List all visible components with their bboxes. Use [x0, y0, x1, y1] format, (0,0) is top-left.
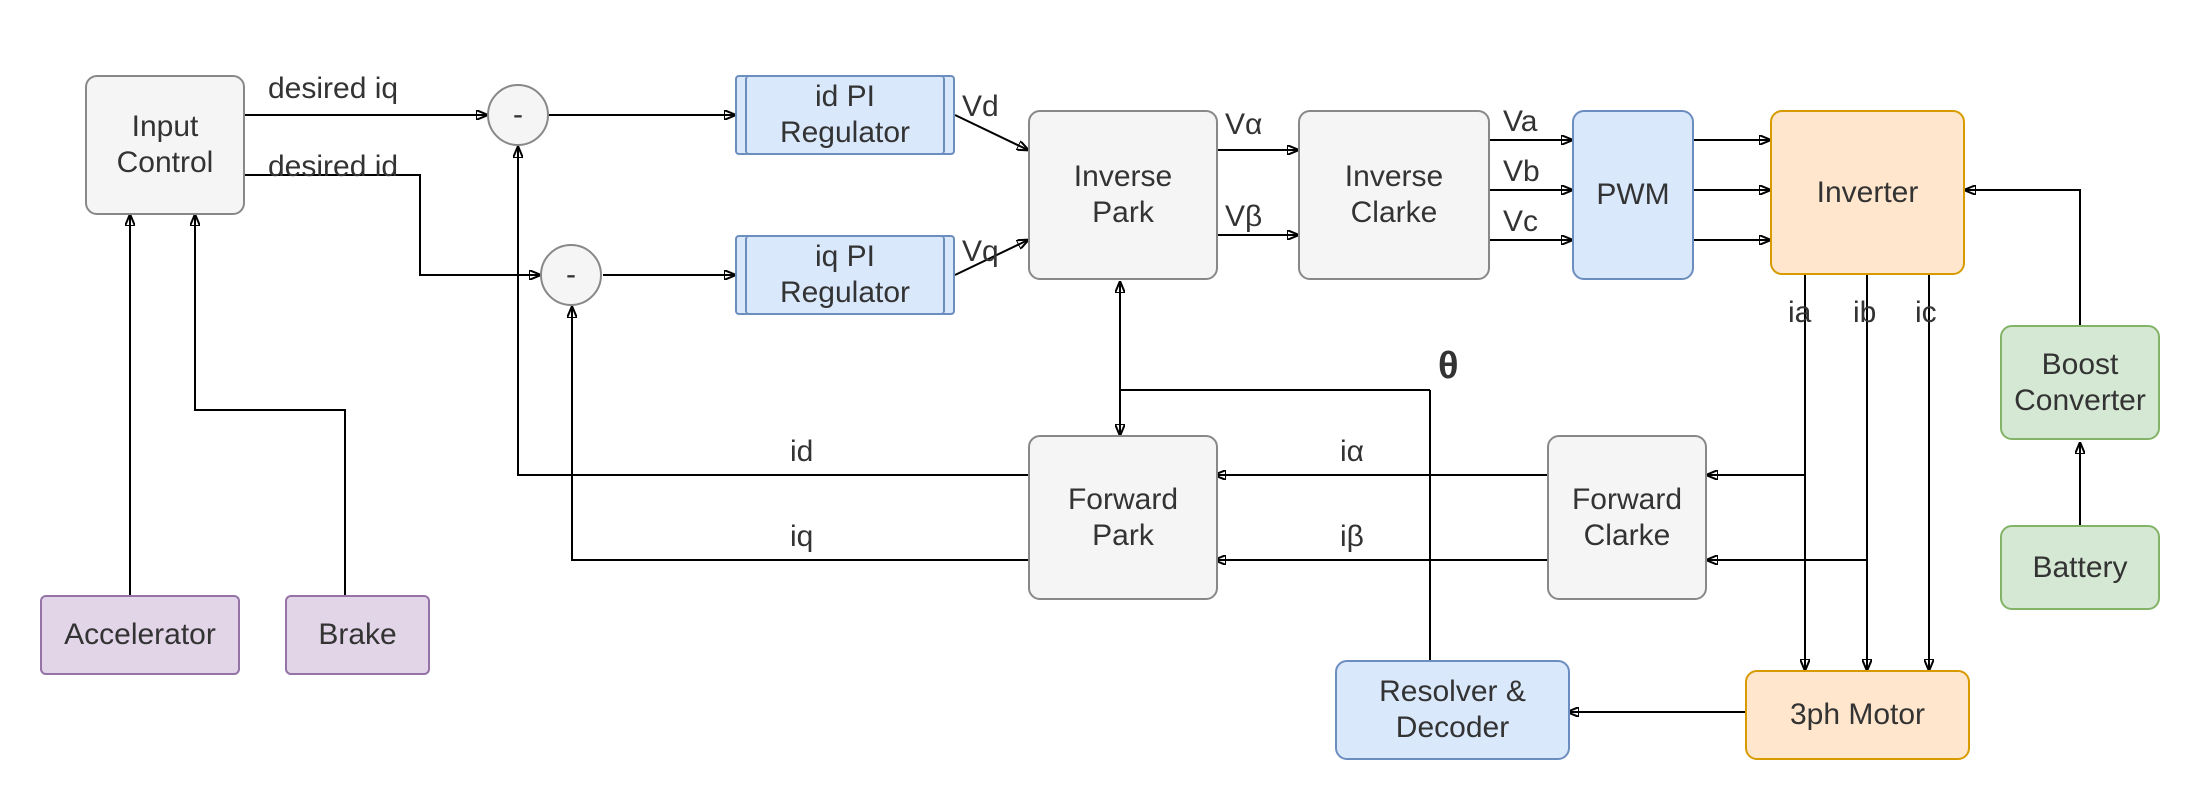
valpha-label: Vα: [1225, 108, 1262, 142]
input-control-block: InputControl: [85, 75, 245, 215]
vq-label: Vq: [962, 235, 999, 269]
motor-label: 3ph Motor: [1790, 697, 1925, 733]
sum2-minus: -: [566, 258, 576, 292]
sum1-minus: -: [513, 98, 523, 132]
desired-id-label: desired id: [268, 150, 398, 184]
iq-feedback-label: iq: [790, 520, 813, 554]
brake-block: Brake: [285, 595, 430, 675]
inverter-block: Inverter: [1770, 110, 1965, 275]
vc-label: Vc: [1503, 205, 1538, 239]
inv-clarke-label: InverseClarke: [1345, 159, 1443, 231]
ia-label: ia: [1788, 296, 1811, 330]
desired-iq-label: desired iq: [268, 72, 398, 106]
sum-node-1: -: [487, 84, 549, 146]
vbeta-label: Vβ: [1225, 200, 1262, 234]
pwm-label: PWM: [1596, 177, 1669, 213]
accelerator-label: Accelerator: [64, 617, 216, 653]
ibeta-label: iβ: [1340, 520, 1364, 554]
motor-block: 3ph Motor: [1745, 670, 1970, 760]
inv-park-label: InversePark: [1074, 159, 1172, 231]
id-pi-regulator-block: id PIRegulator: [735, 75, 955, 155]
resolver-decoder-block: Resolver &Decoder: [1335, 660, 1570, 760]
fwd-park-label: ForwardPark: [1068, 482, 1178, 554]
battery-block: Battery: [2000, 525, 2160, 610]
resolver-label: Resolver &Decoder: [1379, 674, 1526, 746]
accelerator-block: Accelerator: [40, 595, 240, 675]
inverter-label: Inverter: [1817, 175, 1919, 211]
iq-pi-label: iq PIRegulator: [780, 239, 910, 311]
iq-pi-regulator-block: iq PIRegulator: [735, 235, 955, 315]
inverse-clarke-block: InverseClarke: [1298, 110, 1490, 280]
id-feedback-label: id: [790, 435, 813, 469]
boost-converter-block: BoostConverter: [2000, 325, 2160, 440]
ib-label: ib: [1853, 296, 1876, 330]
sum-node-2: -: [540, 244, 602, 306]
boost-label: BoostConverter: [2014, 347, 2146, 419]
va-label: Va: [1503, 105, 1537, 139]
brake-label: Brake: [318, 617, 396, 653]
vd-label: Vd: [962, 90, 999, 124]
battery-label: Battery: [2032, 550, 2127, 586]
input-control-label: InputControl: [117, 109, 214, 181]
ic-label: ic: [1915, 296, 1937, 330]
id-pi-label: id PIRegulator: [780, 79, 910, 151]
ialpha-label: iα: [1340, 435, 1364, 469]
vb-label: Vb: [1503, 155, 1540, 189]
theta-label: θ: [1438, 345, 1459, 388]
forward-park-block: ForwardPark: [1028, 435, 1218, 600]
pwm-block: PWM: [1572, 110, 1694, 280]
forward-clarke-block: ForwardClarke: [1547, 435, 1707, 600]
inverse-park-block: InversePark: [1028, 110, 1218, 280]
fwd-clarke-label: ForwardClarke: [1572, 482, 1682, 554]
